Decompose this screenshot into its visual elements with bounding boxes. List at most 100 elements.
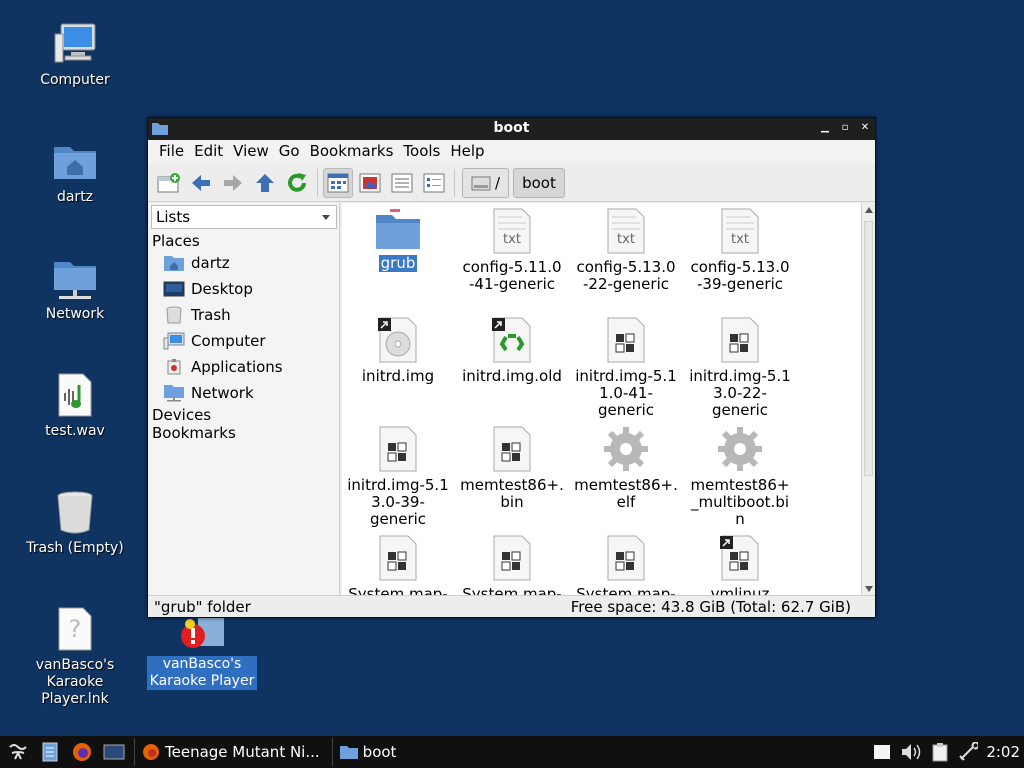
desktop-icon-test-wav[interactable]: test.wav [10,371,140,440]
window-titlebar[interactable]: boot ▁ ▫ ✕ [148,118,875,140]
file-item[interactable]: initrd.img-5.1 3.0-39- generic [342,425,454,528]
desktop-icon-network[interactable]: Network [10,254,140,323]
menu-go[interactable]: Go [274,140,305,164]
thumbnail-view-button[interactable] [355,168,385,198]
devices-heading[interactable]: Devices [149,406,339,424]
menu-tools[interactable]: Tools [398,140,445,164]
file-item[interactable]: initrd.img-5.1 3.0-22- generic [684,316,796,419]
file-item[interactable]: vmlinuz [684,534,796,596]
desktop-icon-label: vanBasco's Karaoke Player.lnk [35,657,115,707]
forward-icon [224,174,242,191]
forward-button[interactable] [218,168,248,198]
sidebar-item-computer[interactable]: Computer [149,328,339,354]
menu-edit[interactable]: Edit [189,140,228,164]
sidebar-item-desktop[interactable]: Desktop [149,276,339,302]
launcher-firefox[interactable] [68,738,96,766]
vertical-scrollbar[interactable] [861,203,875,596]
start-menu-icon [9,744,27,760]
file-item[interactable]: initrd.img.old [456,316,568,385]
svg-text:txt: txt [617,232,635,247]
path-button-boot[interactable]: boot [513,167,565,198]
sidebar-item-label: dartz [191,254,230,272]
file-item[interactable]: initrd.img [342,316,454,385]
binary-link-icon [720,535,759,581]
sidebar-item-network[interactable]: Network [149,380,339,406]
sidebar-item-label: Network [191,384,254,402]
desktop-icon-trash[interactable]: Trash (Empty) [10,488,140,557]
file-item[interactable]: memtest86+. bin [456,425,568,511]
menu-help[interactable]: Help [445,140,489,164]
file-manager-icon [42,742,58,762]
menu-bookmarks[interactable]: Bookmarks [305,140,399,164]
file-item[interactable]: System.map- [342,534,454,596]
text-file-icon: txt [607,208,645,254]
file-view[interactable]: grub txt config-5.11.0 -41-generic txt c… [342,203,861,596]
task-label: Teenage Mutant Ni... [165,743,320,761]
sidebar-item-label: Computer [191,332,266,350]
disc-image-link-icon [378,317,417,363]
path-button-root[interactable]: / [462,167,510,198]
desktop-icon-karaoke-lnk[interactable]: ? vanBasco's Karaoke Player.lnk [10,605,140,708]
file-item[interactable]: txt config-5.13.0 -22-generic [570,207,682,293]
minimize-button[interactable]: ▁ [819,121,831,135]
file-item[interactable]: memtest86+ _multiboot.bi n [684,425,796,528]
gear-icon [604,427,648,471]
detail-view-button[interactable] [419,168,449,198]
icon-view-icon [327,173,349,192]
file-item[interactable]: initrd.img-5.1 1.0-41- generic [570,316,682,419]
back-button[interactable] [186,168,216,198]
file-name: config-5.13.0 -22-generic [576,258,676,293]
sidebar-mode-select[interactable]: Lists [151,205,337,229]
network-folder-icon [164,385,184,402]
file-name: grub [378,254,418,272]
sidebar: Lists Places dartz Desktop Trash Compute… [149,203,340,596]
sidebar-item-dartz[interactable]: dartz [149,250,339,276]
up-button[interactable] [250,168,280,198]
file-item[interactable]: System.map- [456,534,568,596]
close-button[interactable]: ✕ [859,121,871,135]
binary-file-icon [493,426,531,472]
scroll-up-icon[interactable] [865,207,873,213]
karaoke-app-icon [181,618,224,648]
desktop-icon-dartz[interactable]: dartz [10,137,140,206]
sidebar-item-applications[interactable]: Applications [149,354,339,380]
bookmarks-heading[interactable]: Bookmarks [149,424,339,442]
binary-file-icon [379,426,417,472]
new-tab-button[interactable] [154,168,184,198]
file-item[interactable]: System.map- [570,534,682,596]
volume-icon[interactable] [900,742,922,762]
trash-icon [57,491,93,534]
network-folder-icon [54,262,96,299]
clock[interactable]: 2:02 [986,743,1020,761]
compact-view-button[interactable] [387,168,417,198]
places-heading[interactable]: Places [149,229,339,250]
file-item[interactable]: memtest86+. elf [570,425,682,511]
toolbar-separator [454,168,455,197]
file-item[interactable]: txt config-5.11.0 -41-generic [456,207,568,293]
task-boot[interactable]: boot [331,738,403,766]
svg-text:?: ? [69,615,82,643]
clipboard-icon[interactable] [930,742,950,762]
desktop-icon-computer[interactable]: Computer [10,20,140,89]
icon-view-button[interactable] [323,167,353,198]
task-firefox[interactable]: Teenage Mutant Ni... [134,738,326,766]
sidebar-item-trash[interactable]: Trash [149,302,339,328]
file-item-grub[interactable]: grub [342,209,454,272]
maximize-button[interactable]: ▫ [839,121,851,135]
computer-icon [163,332,185,350]
scroll-down-icon[interactable] [865,586,873,592]
launcher-file-manager[interactable] [36,738,64,766]
file-item[interactable]: txt config-5.13.0 -39-generic [684,207,796,293]
network-icon[interactable] [958,742,979,762]
notification-icon[interactable] [872,743,892,761]
menu-file[interactable]: File [154,140,189,164]
scroll-thumb[interactable] [864,221,873,476]
home-folder-icon [54,147,96,179]
desktop-icon-karaoke-player[interactable]: vanBasco's Karaoke Player [137,618,267,690]
menu-view[interactable]: View [228,140,274,164]
file-name: memtest86+. bin [460,476,564,511]
launcher-terminal[interactable] [100,738,128,766]
desktop-icon-label: dartz [56,189,94,205]
reload-button[interactable] [282,168,312,198]
start-menu-button[interactable] [4,738,32,766]
